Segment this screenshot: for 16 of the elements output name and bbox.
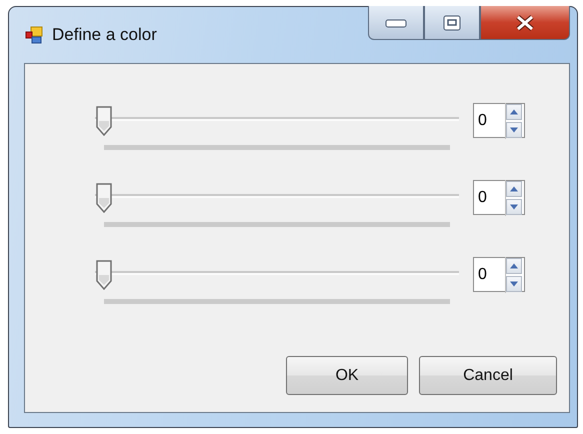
slider-thumb[interactable] [95, 260, 113, 290]
cancel-button[interactable]: Cancel [419, 356, 557, 395]
number-spinner[interactable]: 0 [473, 257, 525, 292]
close-button[interactable] [480, 6, 570, 40]
minimize-icon [385, 18, 407, 28]
number-spinner[interactable]: 0 [473, 180, 525, 215]
close-icon [515, 14, 535, 30]
number-spinner[interactable]: 0 [473, 103, 525, 138]
window-title: Define a color [52, 25, 157, 45]
ok-button[interactable]: OK [286, 356, 408, 395]
maximize-icon [443, 14, 461, 30]
maximize-button[interactable] [424, 6, 480, 40]
slider-thumb[interactable] [95, 183, 113, 213]
app-icon [25, 26, 43, 44]
slider-thumb[interactable] [95, 106, 113, 136]
minimize-button[interactable] [368, 6, 424, 40]
